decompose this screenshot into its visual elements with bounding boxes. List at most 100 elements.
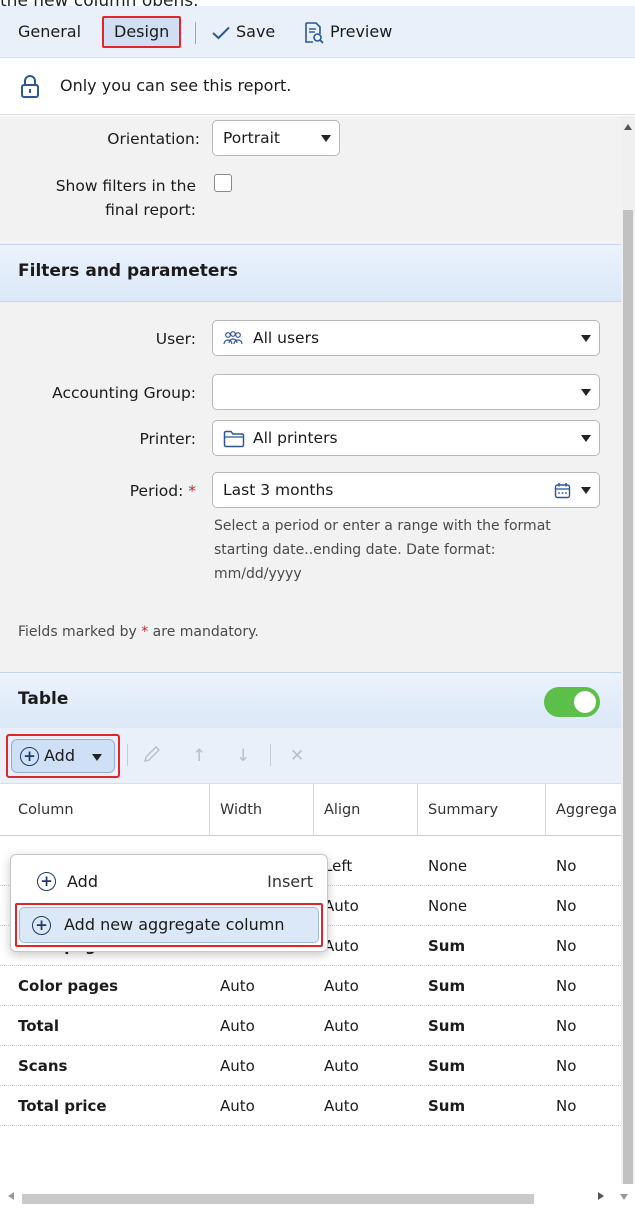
- cell-aggregate: No: [556, 1017, 577, 1035]
- preview-label: Preview: [330, 22, 393, 41]
- table-row[interactable]: Color pages Auto Auto Sum No: [0, 966, 621, 1006]
- add-circle-icon: +: [37, 872, 56, 891]
- vertical-scroll-thumb[interactable]: [623, 210, 633, 1184]
- period-hint-line3: mm/dd/yyyy: [214, 566, 302, 582]
- tab-general[interactable]: General: [18, 16, 81, 48]
- printer-value: All printers: [253, 429, 338, 447]
- cell-align: Auto: [324, 1097, 359, 1115]
- cell-summary: Sum: [428, 1057, 466, 1075]
- table-row[interactable]: Total price Auto Auto Sum No: [0, 1086, 621, 1126]
- scroll-left-icon[interactable]: [8, 1192, 14, 1200]
- cell-align: Auto: [324, 897, 359, 915]
- menu-add-aggregate-label: Add new aggregate column: [64, 915, 285, 934]
- cell-width: Auto: [220, 1017, 255, 1035]
- preview-button[interactable]: Preview: [304, 16, 392, 48]
- period-label: Period: *: [0, 482, 196, 500]
- chevron-down-icon: [581, 435, 591, 442]
- save-button[interactable]: Save: [212, 16, 275, 48]
- menu-item-add[interactable]: + Add Insert: [17, 863, 321, 901]
- horizontal-scroll-thumb[interactable]: [22, 1194, 534, 1204]
- cell-summary: Sum: [428, 1017, 466, 1035]
- move-up-icon[interactable]: ↑: [192, 746, 206, 766]
- header-summary[interactable]: Summary: [418, 784, 546, 836]
- cell-align: Left: [324, 857, 353, 875]
- table-section-header: Table: [0, 672, 621, 730]
- cell-align: Auto: [324, 1017, 359, 1035]
- header-column[interactable]: Column: [8, 784, 210, 836]
- table-row[interactable]: Scans Auto Auto Sum No: [0, 1046, 621, 1086]
- preview-icon: [305, 21, 324, 44]
- save-label: Save: [236, 22, 276, 41]
- user-label: User:: [155, 330, 196, 348]
- toggle-knob: [574, 691, 596, 713]
- top-toolbar: General Design Save Preview: [0, 6, 635, 58]
- cell-column: Scans: [18, 1057, 68, 1075]
- orientation-label: Orientation:: [107, 130, 200, 148]
- cell-width: Auto: [220, 1057, 255, 1075]
- cell-column: Total: [18, 1017, 59, 1035]
- scroll-right-icon[interactable]: [598, 1192, 604, 1200]
- calendar-icon[interactable]: [554, 482, 571, 499]
- menu-item-add-aggregate[interactable]: + Add new aggregate column: [19, 907, 319, 943]
- scroll-up-icon[interactable]: [624, 124, 632, 130]
- cell-aggregate: No: [556, 857, 577, 875]
- printer-label: Printer:: [139, 430, 196, 448]
- cell-width: Auto: [220, 977, 255, 995]
- pencil-icon[interactable]: [142, 744, 162, 764]
- chevron-down-icon: [581, 389, 591, 396]
- period-hint-line2: starting date..ending date. Date format:: [214, 542, 496, 558]
- add-column-button[interactable]: + Add: [11, 739, 115, 773]
- period-input[interactable]: Last 3 months: [212, 472, 600, 508]
- toolbar-divider: [270, 744, 271, 766]
- table-row[interactable]: Total Auto Auto Sum No: [0, 1006, 621, 1046]
- period-value: Last 3 months: [223, 481, 334, 499]
- menu-add-label: Add: [67, 872, 98, 891]
- period-label-text: Period:: [129, 482, 184, 500]
- toolbar-divider: [127, 744, 128, 766]
- orientation-select[interactable]: Portrait: [212, 120, 340, 156]
- user-select[interactable]: All users: [212, 320, 600, 356]
- table-header-row: Column Width Align Summary Aggrega: [0, 784, 621, 836]
- accounting-group-label: Accounting Group:: [52, 384, 196, 402]
- aggregate-highlight: + Add new aggregate column: [15, 903, 323, 947]
- orientation-value: Portrait: [223, 129, 280, 147]
- mandatory-prefix: Fields marked by: [18, 624, 142, 640]
- scroll-down-icon[interactable]: [620, 1194, 628, 1200]
- required-marker: *: [188, 482, 196, 500]
- cell-column: Total price: [18, 1097, 107, 1115]
- table-toggle[interactable]: [544, 687, 600, 717]
- folder-icon: [223, 430, 245, 448]
- add-circle-icon: +: [32, 916, 51, 935]
- mandatory-note: Fields marked by * are mandatory.: [18, 620, 259, 644]
- cell-aggregate: No: [556, 1057, 577, 1075]
- lock-icon: [21, 75, 39, 98]
- cell-width: Auto: [220, 1097, 255, 1115]
- period-hint-line1: Select a period or enter a range with th…: [214, 518, 551, 534]
- cell-summary: Sum: [428, 937, 466, 955]
- chevron-down-icon: [321, 135, 331, 142]
- privacy-notice: Only you can see this report.: [0, 59, 635, 115]
- tab-design[interactable]: Design: [102, 16, 182, 48]
- header-width[interactable]: Width: [210, 784, 314, 836]
- cell-align: Auto: [324, 937, 359, 955]
- filters-section-title: Filters and parameters: [18, 261, 238, 281]
- table-section-title: Table: [18, 689, 69, 709]
- cell-summary: Sum: [428, 977, 466, 995]
- cell-align: Auto: [324, 977, 359, 995]
- cell-aggregate: No: [556, 897, 577, 915]
- period-hint: Select a period or enter a range with th…: [214, 514, 551, 586]
- chevron-down-icon[interactable]: [581, 487, 591, 494]
- header-align[interactable]: Align: [314, 784, 418, 836]
- cell-aggregate: No: [556, 937, 577, 955]
- move-down-icon[interactable]: ↓: [236, 746, 250, 766]
- add-dropdown-menu: + Add Insert + Add new aggregate column: [10, 854, 328, 952]
- menu-add-shortcut: Insert: [267, 872, 313, 891]
- accounting-group-select[interactable]: [212, 374, 600, 410]
- header-aggregate[interactable]: Aggrega: [546, 784, 621, 836]
- delete-icon[interactable]: ✕: [290, 746, 304, 766]
- printer-select[interactable]: All printers: [212, 420, 600, 456]
- add-circle-icon: +: [20, 747, 39, 766]
- show-filters-checkbox[interactable]: [214, 174, 232, 192]
- toolbar-divider: [195, 22, 196, 44]
- filters-section-header: Filters and parameters: [0, 244, 621, 302]
